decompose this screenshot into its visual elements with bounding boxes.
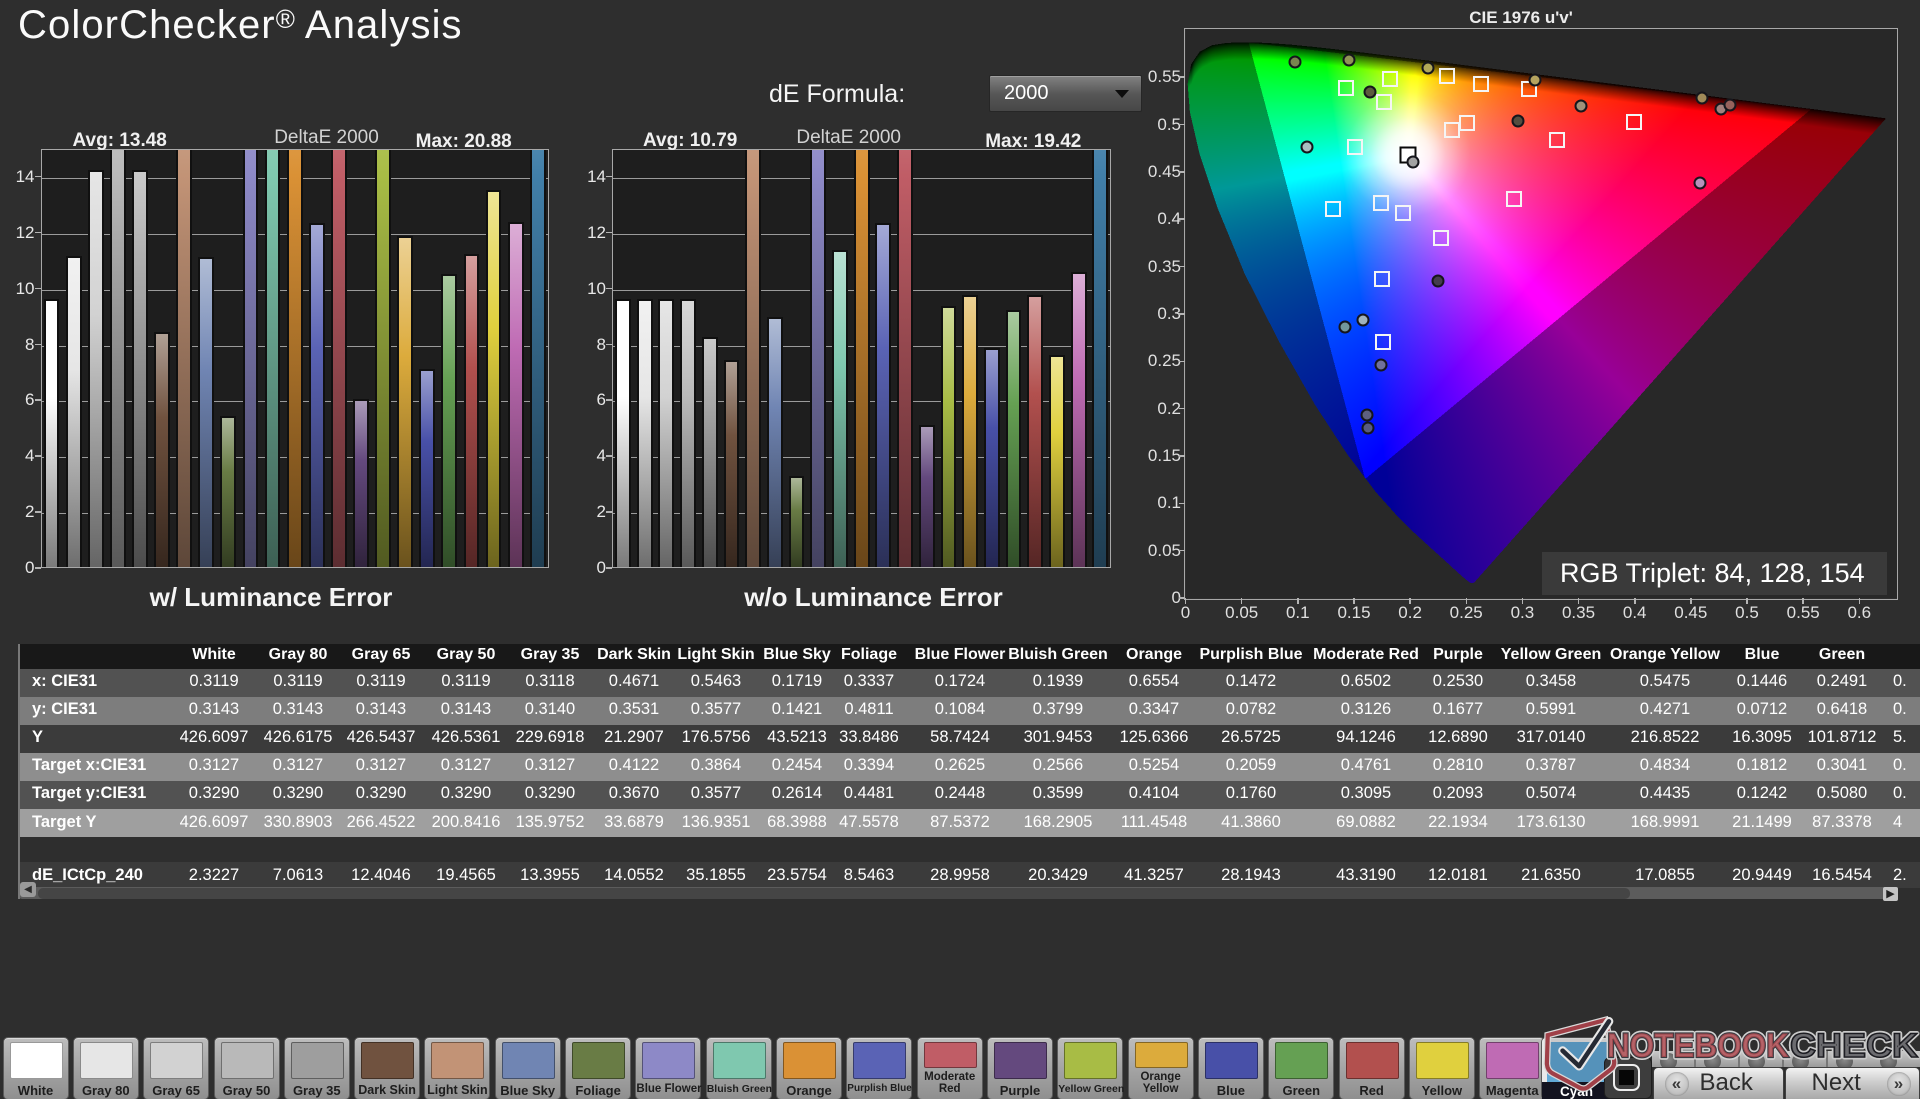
svg-text:NOTEBOOK: NOTEBOOK (1607, 1027, 1789, 1065)
svg-text:CHECK: CHECK (1790, 1027, 1918, 1065)
